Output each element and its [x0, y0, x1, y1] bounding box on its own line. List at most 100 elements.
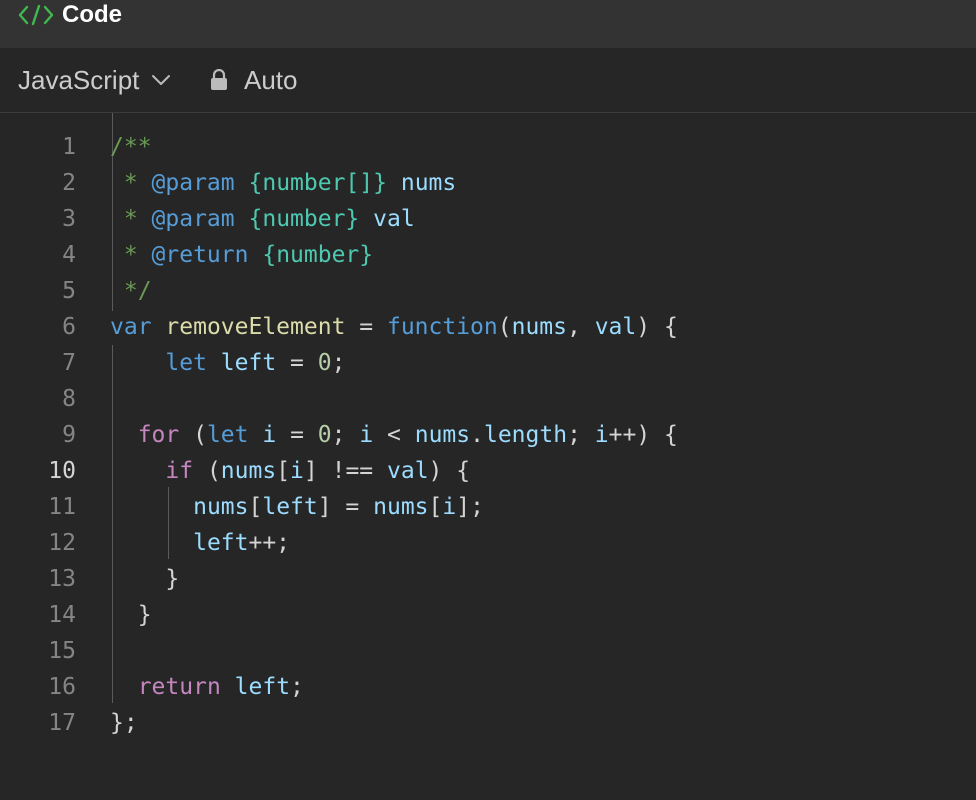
code-token: ;: [331, 350, 346, 376]
code-token: left: [193, 530, 249, 556]
code-token: i: [359, 422, 374, 448]
code-token: ) {: [428, 458, 471, 484]
line-number: 6: [62, 314, 76, 340]
code-token: nums: [511, 314, 567, 340]
line-number: 5: [62, 278, 76, 304]
code-line[interactable]: 11 nums[left] = nums[i];: [0, 489, 976, 525]
code-token: @return: [151, 242, 249, 268]
code-line[interactable]: 9 for (let i = 0; i < nums.length; i++) …: [0, 417, 976, 453]
code-token: left: [234, 674, 291, 700]
code-token: =: [345, 314, 387, 340]
line-number: 4: [62, 242, 76, 268]
code-token: var: [110, 314, 152, 340]
title-bar: [0, 0, 976, 48]
code-line[interactable]: 5 */: [0, 273, 976, 309]
code-token: let: [165, 350, 207, 376]
code-token: *: [110, 206, 152, 232]
code-editor[interactable]: 1/** 2 * @param {number[]} nums 3 * @param…: [0, 113, 976, 800]
code-line[interactable]: 15: [0, 633, 976, 669]
code-token: left: [220, 350, 277, 376]
code-token: (: [193, 458, 221, 484]
code-line[interactable]: 7 let left = 0;: [0, 345, 976, 381]
code-token: ] =: [317, 494, 374, 520]
code-line[interactable]: 1 /**: [0, 129, 976, 165]
code-line[interactable]: 10 if (nums[i] !== val) {: [0, 453, 976, 489]
code-token: ++) {: [608, 422, 678, 448]
code-brackets-icon: [18, 0, 54, 30]
code-token: nums: [414, 422, 471, 448]
auto-mode-button[interactable]: Auto: [210, 48, 298, 112]
code-token: i: [442, 494, 457, 520]
chevron-down-icon: [151, 74, 171, 86]
code-token: removeElement: [165, 314, 346, 340]
line-number: 14: [48, 602, 76, 628]
code-line[interactable]: 14 }: [0, 597, 976, 633]
code-token: val: [594, 314, 637, 340]
line-number: 12: [48, 530, 76, 556]
line-number: 11: [48, 494, 76, 520]
code-text: for (let i = 0; i < nums.length; i++) {: [110, 417, 678, 453]
code-text: }: [110, 561, 179, 597]
code-token: [: [248, 494, 263, 520]
mode-label: Auto: [244, 64, 298, 95]
code-token: <: [373, 422, 415, 448]
code-token: 0: [317, 350, 332, 376]
code-token: @param: [151, 170, 235, 196]
code-token: [: [428, 494, 443, 520]
code-token: if: [165, 458, 194, 484]
code-line[interactable]: 4 * @return {number}: [0, 237, 976, 273]
line-number: 13: [48, 566, 76, 592]
code-token: =: [276, 422, 318, 448]
code-token: {number[]}: [248, 170, 387, 196]
code-token: {number}: [262, 242, 374, 268]
code-token: ;: [331, 422, 360, 448]
code-token: }: [110, 602, 152, 628]
code-token: val: [373, 206, 415, 232]
code-token: *: [110, 170, 152, 196]
code-token: i: [290, 458, 304, 484]
code-token: =: [276, 350, 318, 376]
code-line[interactable]: 13 }: [0, 561, 976, 597]
code-token: ,: [567, 314, 595, 340]
language-select[interactable]: JavaScript: [18, 48, 171, 112]
line-number: 3: [62, 206, 76, 232]
code-token: /**: [110, 134, 152, 160]
code-token: function: [386, 314, 498, 340]
code-text: nums[left] = nums[i];: [110, 489, 484, 525]
code-token: ) {: [636, 314, 678, 340]
code-line[interactable]: 12 left++;: [0, 525, 976, 561]
code-line[interactable]: 6 var removeElement = function(nums, val)…: [0, 309, 976, 345]
language-label: JavaScript: [18, 64, 140, 95]
code-line[interactable]: 16 return left;: [0, 669, 976, 705]
code-line[interactable]: 17};: [0, 705, 976, 741]
line-number: 8: [62, 386, 76, 412]
code-token: val: [387, 458, 429, 484]
code-token: let: [206, 422, 249, 448]
code-text: * @param {number} val: [110, 201, 415, 237]
code-text: return left;: [110, 669, 304, 705]
code-line[interactable]: 3 * @param {number} val: [0, 201, 976, 237]
code-line[interactable]: 8: [0, 381, 976, 417]
code-token: left: [262, 494, 318, 520]
line-number: 17: [48, 710, 76, 736]
code-token: 0: [317, 422, 332, 448]
code-token: nums: [400, 170, 457, 196]
line-number: 7: [62, 350, 76, 376]
line-number: 1: [62, 134, 76, 160]
code-token: (: [179, 422, 207, 448]
code-token: ;: [567, 422, 595, 448]
code-text: * @param {number[]} nums: [110, 165, 456, 201]
code-line[interactable]: 2 * @param {number[]} nums: [0, 165, 976, 201]
